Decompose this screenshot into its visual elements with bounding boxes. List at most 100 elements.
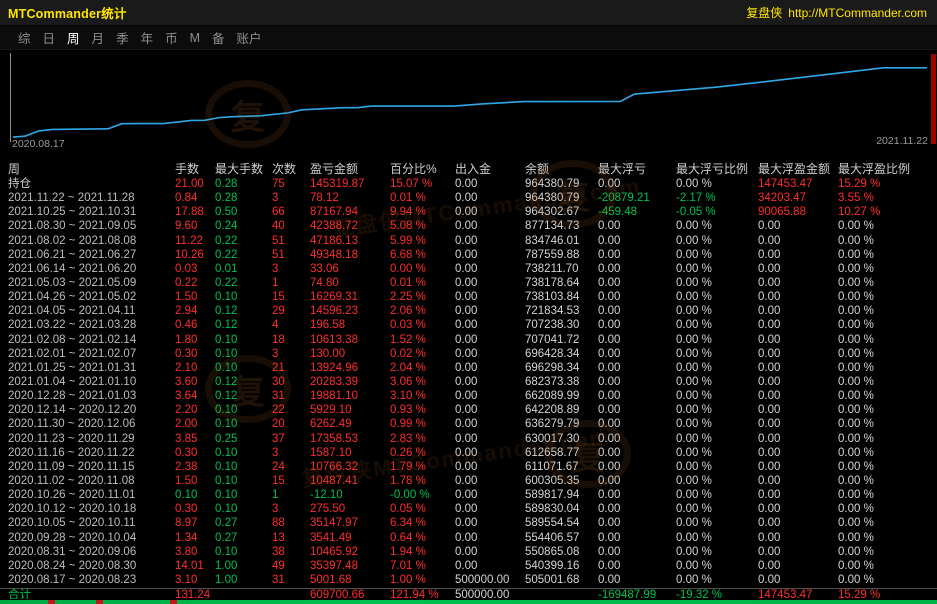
app-title: MTCommander统计 [8, 3, 127, 22]
value-cell: 738211.70 [525, 262, 598, 276]
value-cell: 0.00 % [676, 474, 758, 488]
value-cell: 0.00 % [838, 262, 937, 276]
value-cell: 5929.10 [310, 403, 390, 417]
value-cell: 4 [272, 318, 310, 332]
table-row[interactable]: 2020.10.12 ~ 2020.10.180.300.103275.500.… [0, 502, 937, 516]
table-row[interactable]: 2020.09.28 ~ 2020.10.041.340.27133541.49… [0, 531, 937, 545]
table-row[interactable]: 2020.08.31 ~ 2020.09.063.800.103810465.9… [0, 545, 937, 559]
value-cell: 0.00 % [676, 304, 758, 318]
value-cell: 0.00 [598, 318, 676, 332]
brand-label: 复盘侠 [746, 4, 782, 21]
table-row[interactable]: 2020.11.16 ~ 2020.11.220.300.1031587.100… [0, 446, 937, 460]
period-cell: 2020.12.14 ~ 2020.12.20 [8, 403, 175, 417]
value-cell: 0.10 [215, 488, 272, 502]
table-row[interactable]: 2021.04.26 ~ 2021.05.021.500.101516269.3… [0, 290, 937, 304]
period-cell: 2020.09.28 ~ 2020.10.04 [8, 531, 175, 545]
table-row[interactable]: 2021.02.08 ~ 2021.02.141.800.101810613.3… [0, 333, 937, 347]
table-row[interactable]: 2021.08.30 ~ 2021.09.059.600.244042388.7… [0, 219, 937, 233]
value-cell: 1.78 % [390, 474, 455, 488]
value-cell: 2.00 [175, 417, 215, 431]
value-cell: 0.01 % [390, 276, 455, 290]
value-cell: 2.83 % [390, 432, 455, 446]
column-header: 余额 [525, 162, 598, 177]
table-row[interactable]: 2021.05.03 ~ 2021.05.090.220.22174.800.0… [0, 276, 937, 290]
menu-item-币[interactable]: 币 [165, 28, 178, 47]
value-cell: 0.26 % [390, 446, 455, 460]
value-cell: 5001.68 [310, 573, 390, 587]
value-cell: 10465.92 [310, 545, 390, 559]
value-cell: 0.00 [598, 460, 676, 474]
table-row[interactable]: 2021.10.25 ~ 2021.10.3117.880.506687167.… [0, 205, 937, 219]
period-cell: 2021.06.21 ~ 2021.06.27 [8, 248, 175, 262]
table-row[interactable]: 2021.04.05 ~ 2021.04.112.940.122914596.2… [0, 304, 937, 318]
table-row[interactable]: 2020.11.23 ~ 2020.11.293.850.253717358.5… [0, 432, 937, 446]
value-cell: 642208.89 [525, 403, 598, 417]
value-cell: 13924.96 [310, 361, 390, 375]
table-row[interactable]: 2021.06.14 ~ 2021.06.200.030.01333.060.0… [0, 262, 937, 276]
value-cell: 3.60 [175, 375, 215, 389]
menu-item-季[interactable]: 季 [116, 28, 129, 47]
period-cell: 2021.04.05 ~ 2021.04.11 [8, 304, 175, 318]
brand-url-link[interactable]: http://MTCommander.com [788, 6, 927, 20]
period-cell: 2020.11.02 ~ 2020.11.08 [8, 474, 175, 488]
value-cell: 0.00 % [838, 290, 937, 304]
value-cell: 0.00 [455, 248, 525, 262]
value-cell: 721834.53 [525, 304, 598, 318]
value-cell: -2.17 % [676, 191, 758, 205]
menu-item-周[interactable]: 周 [67, 28, 80, 47]
table-row[interactable]: 2021.01.04 ~ 2021.01.103.600.123020283.3… [0, 375, 937, 389]
value-cell: 0.00 [455, 460, 525, 474]
value-cell: 636279.79 [525, 417, 598, 431]
value-cell: 0.00 % [676, 559, 758, 573]
chart-scrollbar[interactable] [931, 54, 936, 144]
value-cell: 0.00 % [676, 219, 758, 233]
value-cell: 20 [272, 417, 310, 431]
stats-table: 周手数最大手数次数盈亏金额百分比%出入金余额最大浮亏最大浮亏比例最大浮盈金额最大… [0, 162, 937, 602]
value-cell: 0.00 % [838, 375, 937, 389]
column-header: 盈亏金额 [310, 162, 390, 177]
value-cell: 0.00 [455, 403, 525, 417]
table-row[interactable]: 2020.10.05 ~ 2020.10.118.970.278835147.9… [0, 516, 937, 530]
table-row[interactable]: 2021.08.02 ~ 2021.08.0811.220.225147186.… [0, 234, 937, 248]
table-row[interactable]: 2020.08.17 ~ 2020.08.233.101.00315001.68… [0, 573, 937, 587]
table-row[interactable]: 2020.08.24 ~ 2020.08.3014.011.004935397.… [0, 559, 937, 573]
value-cell: 14.01 [175, 559, 215, 573]
menu-item-综[interactable]: 综 [18, 28, 31, 47]
value-cell: 0.00 [598, 432, 676, 446]
value-cell: -12.10 [310, 488, 390, 502]
value-cell: 0.00 % [838, 361, 937, 375]
value-cell: 0.99 % [390, 417, 455, 431]
table-row[interactable]: 2020.11.30 ~ 2020.12.062.000.10206262.49… [0, 417, 937, 431]
value-cell: 3 [272, 347, 310, 361]
menu-item-年[interactable]: 年 [141, 28, 154, 47]
period-cell: 2021.05.03 ~ 2021.05.09 [8, 276, 175, 290]
value-cell: 0.00 [758, 474, 838, 488]
table-row[interactable]: 2021.03.22 ~ 2021.03.280.460.124196.580.… [0, 318, 937, 332]
table-row[interactable]: 2021.06.21 ~ 2021.06.2710.260.225149348.… [0, 248, 937, 262]
table-row[interactable]: 2020.11.09 ~ 2020.11.152.380.102410766.3… [0, 460, 937, 474]
table-row[interactable]: 2021.02.01 ~ 2021.02.070.300.103130.000.… [0, 347, 937, 361]
value-cell: 10766.32 [310, 460, 390, 474]
menu-item-备[interactable]: 备 [212, 28, 225, 47]
value-cell: 0.00 % [676, 389, 758, 403]
table-row[interactable]: 2021.11.22 ~ 2021.11.280.840.28378.120.0… [0, 191, 937, 205]
equity-chart[interactable]: 2020.08.17 2021.11.22 [0, 50, 937, 150]
value-cell: 0.22 [215, 248, 272, 262]
table-row[interactable]: 持仓21.000.2875145319.8715.07 %0.00964380.… [0, 177, 937, 191]
value-cell: 16269.31 [310, 290, 390, 304]
menu-item-月[interactable]: 月 [92, 28, 105, 47]
value-cell: 0.28 [215, 191, 272, 205]
value-cell: 0.00 [598, 446, 676, 460]
period-cell: 2020.11.30 ~ 2020.12.06 [8, 417, 175, 431]
menu-item-日[interactable]: 日 [43, 28, 56, 47]
table-row[interactable]: 2020.11.02 ~ 2020.11.081.500.101510487.4… [0, 474, 937, 488]
table-row[interactable]: 2020.10.26 ~ 2020.11.010.100.101-12.10-0… [0, 488, 937, 502]
table-row[interactable]: 2020.12.14 ~ 2020.12.202.200.10225929.10… [0, 403, 937, 417]
table-row[interactable]: 2021.01.25 ~ 2021.01.312.100.102113924.9… [0, 361, 937, 375]
menu-item-M[interactable]: M [190, 31, 200, 45]
menu-item-账户[interactable]: 账户 [237, 28, 262, 47]
value-cell: 0.30 [175, 347, 215, 361]
value-cell: 0.00 [758, 290, 838, 304]
table-row[interactable]: 2020.12.28 ~ 2021.01.033.640.123119881.1… [0, 389, 937, 403]
value-cell: 9.94 % [390, 205, 455, 219]
